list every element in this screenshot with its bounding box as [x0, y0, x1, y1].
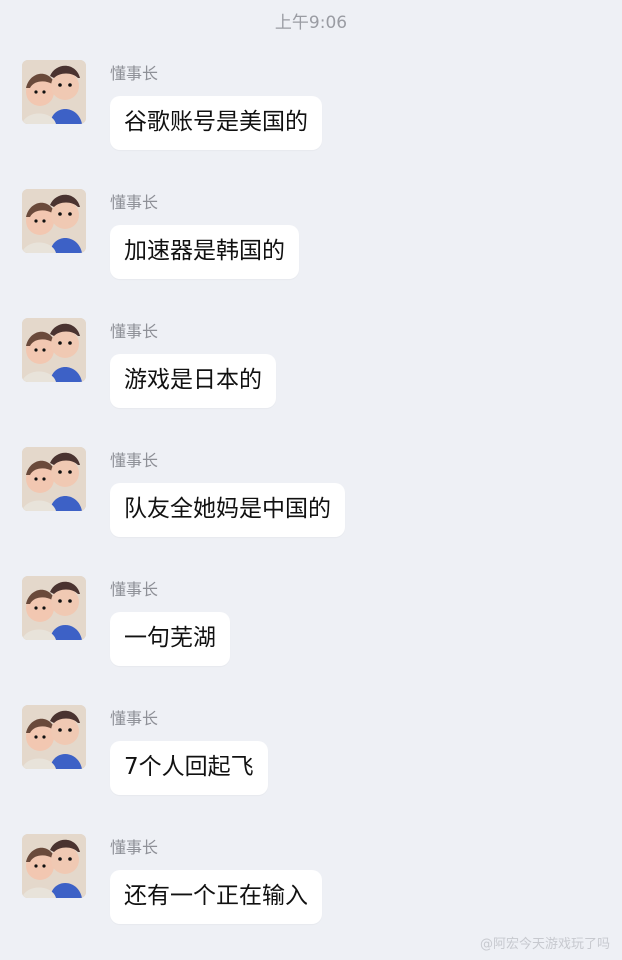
- message-bubble[interactable]: 队友全她妈是中国的: [110, 483, 345, 537]
- sender-avatar-icon[interactable]: [22, 576, 86, 640]
- sender-name: 懂事长: [110, 193, 159, 212]
- sender-name: 懂事长: [110, 322, 159, 341]
- chat-message: 懂事长 队友全她妈是中国的: [0, 447, 622, 567]
- sender-name: 懂事长: [110, 709, 159, 728]
- message-bubble[interactable]: 游戏是日本的: [110, 354, 276, 408]
- sender-avatar-icon[interactable]: [22, 189, 86, 253]
- chat-message: 懂事长 一句芜湖: [0, 576, 622, 696]
- sender-avatar-icon[interactable]: [22, 60, 86, 124]
- sender-avatar-icon[interactable]: [22, 705, 86, 769]
- sender-name: 懂事长: [110, 580, 159, 599]
- chat-message: 懂事长 加速器是韩国的: [0, 189, 622, 309]
- message-bubble[interactable]: 一句芜湖: [110, 612, 230, 666]
- chat-message: 懂事长 谷歌账号是美国的: [0, 60, 622, 180]
- message-bubble[interactable]: 加速器是韩国的: [110, 225, 299, 279]
- chat-message: 懂事长 游戏是日本的: [0, 318, 622, 438]
- message-timestamp: 上午9:06: [274, 13, 348, 33]
- message-bubble[interactable]: 谷歌账号是美国的: [110, 96, 322, 150]
- sender-avatar-icon[interactable]: [22, 318, 86, 382]
- chat-message: 懂事长 7个人回起飞: [0, 705, 622, 825]
- sender-name: 懂事长: [110, 64, 159, 83]
- sender-name: 懂事长: [110, 838, 159, 857]
- sender-avatar-icon[interactable]: [22, 834, 86, 898]
- message-bubble[interactable]: 7个人回起飞: [110, 741, 268, 795]
- watermark-text: @阿宏今天游戏玩了吗: [479, 937, 610, 952]
- sender-avatar-icon[interactable]: [22, 447, 86, 511]
- message-bubble[interactable]: 还有一个正在输入: [110, 870, 322, 924]
- sender-name: 懂事长: [110, 451, 159, 470]
